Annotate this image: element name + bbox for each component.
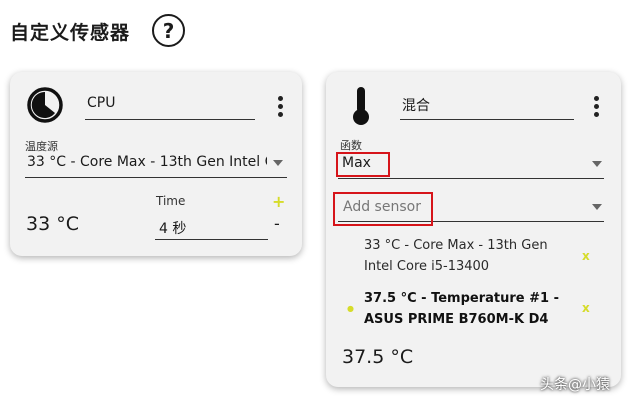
highlight-box-add-sensor (333, 192, 433, 226)
time-input[interactable]: 4 秒 (155, 212, 268, 240)
function-label: 函数 (340, 139, 362, 152)
sensor-item-line2: Intel Core i5-13400 (364, 259, 490, 274)
mix-name-field[interactable]: 混合 (400, 92, 574, 120)
cpu-name-field[interactable]: CPU (85, 92, 255, 120)
help-icon: ? (162, 18, 175, 43)
cpu-more-menu-icon[interactable] (276, 96, 284, 117)
watermark: 头条@小猿 (540, 377, 610, 393)
remove-button[interactable]: - (274, 214, 280, 233)
remove-sensor-icon[interactable]: x (582, 301, 590, 315)
highlight-box-function (336, 152, 390, 177)
cpu-current-value: 33 °C (26, 213, 79, 235)
sensor-item: 37.5 °C - Temperature #1 - ASUS PRIME B7… (364, 288, 589, 330)
chevron-down-icon (592, 204, 602, 210)
chevron-down-icon (273, 160, 283, 166)
clock-pie-icon (26, 86, 64, 124)
help-button[interactable]: ? (152, 14, 185, 47)
selected-dot-icon: ● (347, 304, 354, 313)
cpu-name-text: CPU (87, 95, 116, 111)
cpu-sensor-card: CPU 温度源 33 °C - Core Max - 13th Gen Inte… (10, 72, 302, 256)
page-title: 自定义传感器 (10, 22, 131, 44)
mix-more-menu-icon[interactable] (592, 96, 600, 117)
mix-current-value: 37.5 °C (342, 346, 414, 368)
remove-sensor-icon[interactable]: x (582, 249, 590, 263)
chevron-down-icon (592, 161, 602, 167)
thermometer-icon (350, 86, 372, 126)
sensor-item: 33 °C - Core Max - 13th Gen Intel Core i… (364, 235, 574, 277)
sensor-item-line2: ASUS PRIME B760M-K D4 (364, 312, 549, 327)
sensor-item-line1: 33 °C - Core Max - 13th Gen (364, 238, 548, 253)
source-value: 33 °C - Core Max - 13th Gen Intel C (27, 154, 267, 170)
time-value: 4 秒 (159, 221, 187, 237)
time-label: Time (156, 194, 186, 208)
add-icon[interactable]: + (272, 192, 285, 211)
sensor-item-line1: 37.5 °C - Temperature #1 - (364, 291, 559, 306)
mix-name-text: 混合 (402, 98, 430, 114)
mix-sensor-card: 混合 函数 Max Add sensor 33 °C - Core Max - … (326, 72, 621, 387)
source-select[interactable]: 33 °C - Core Max - 13th Gen Intel C (25, 152, 287, 178)
